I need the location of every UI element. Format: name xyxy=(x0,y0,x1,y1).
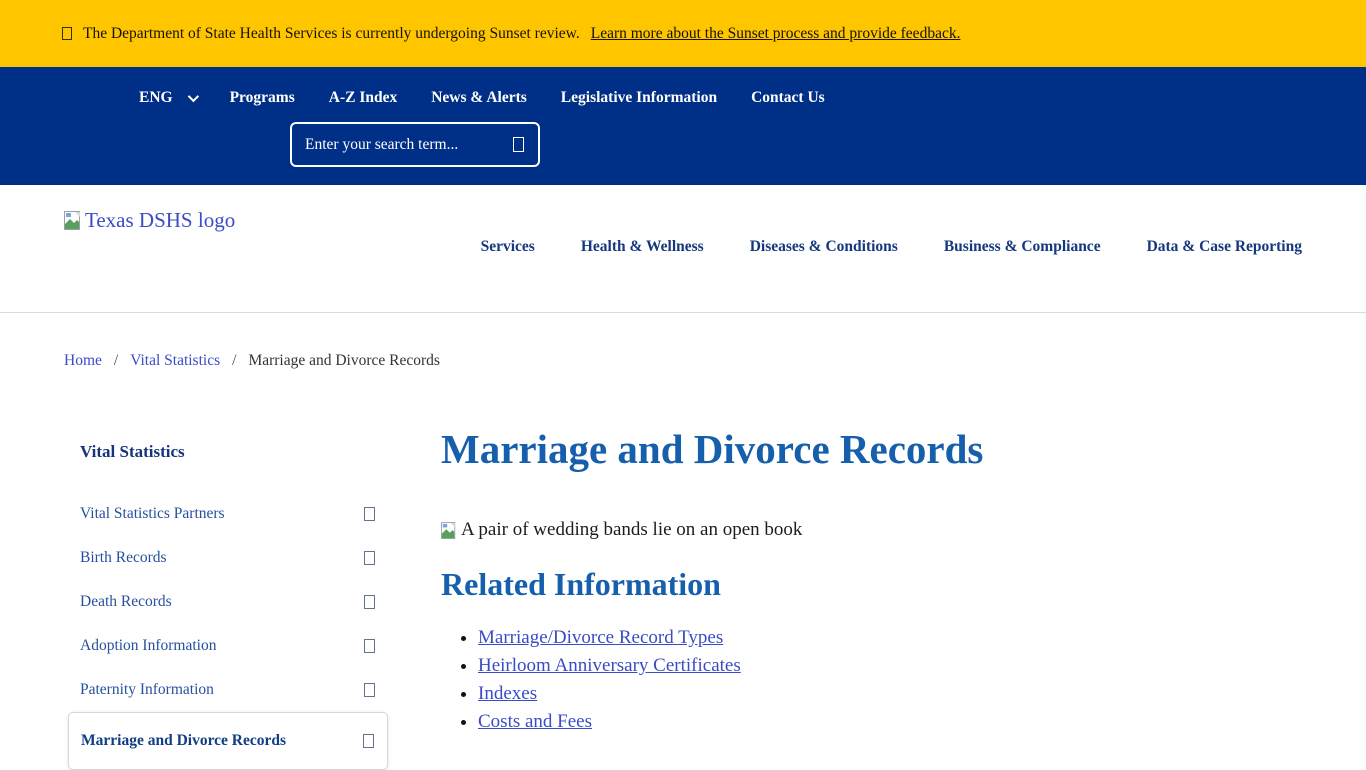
alert-text: The Department of State Health Services … xyxy=(83,25,580,43)
sidebar-item-marriage-divorce-records-active[interactable]: Marriage and Divorce Records xyxy=(68,712,388,770)
list-item: Marriage/Divorce Record Types xyxy=(478,624,1101,652)
alert-icon xyxy=(62,27,72,40)
logo-alt-text: Texas DSHS logo xyxy=(85,208,235,233)
link-costs-and-fees[interactable]: Costs and Fees xyxy=(478,711,592,732)
main-content: Marriage and Divorce Records A pair of w… xyxy=(441,422,1101,736)
sidebar-item-label: Vital Statistics Partners xyxy=(80,505,225,523)
sunset-feedback-link[interactable]: Learn more about the Sunset process and … xyxy=(591,25,961,43)
broken-image-icon xyxy=(441,522,457,540)
chevron-icon xyxy=(363,734,374,748)
nav-item-health-wellness[interactable]: Health & Wellness xyxy=(581,238,704,256)
related-links-list: Marriage/Divorce Record Types Heirloom A… xyxy=(441,624,1101,736)
link-indexes[interactable]: Indexes xyxy=(478,683,537,704)
nav-item-az-index[interactable]: A-Z Index xyxy=(329,89,397,107)
link-marriage-divorce-record-types[interactable]: Marriage/Divorce Record Types xyxy=(478,627,723,648)
nav-item-contact-us[interactable]: Contact Us xyxy=(751,89,825,107)
sidebar-item-death-records[interactable]: Death Records xyxy=(68,580,388,624)
breadcrumb-separator: / xyxy=(114,352,118,370)
sidebar-item-label: Paternity Information xyxy=(80,681,214,699)
search-icon[interactable] xyxy=(513,137,524,152)
language-selector[interactable]: ENG xyxy=(139,89,196,107)
chevron-icon xyxy=(364,551,375,565)
nav-item-programs[interactable]: Programs xyxy=(230,89,295,107)
wedding-bands-image-placeholder: A pair of wedding bands lie on an open b… xyxy=(441,519,1101,541)
sidebar-title: Vital Statistics xyxy=(68,442,388,462)
nav-item-diseases-conditions[interactable]: Diseases & Conditions xyxy=(750,238,898,256)
chevron-icon xyxy=(364,507,375,521)
related-information-heading: Related Information xyxy=(441,566,1101,603)
primary-navigation: Services Health & Wellness Diseases & Co… xyxy=(481,238,1302,256)
sidebar-item-vital-statistics-partners[interactable]: Vital Statistics Partners xyxy=(68,492,388,536)
list-item: Costs and Fees xyxy=(478,708,1101,736)
nav-item-data-case-reporting[interactable]: Data & Case Reporting xyxy=(1147,238,1302,256)
chevron-icon xyxy=(364,683,375,697)
language-label: ENG xyxy=(139,89,173,107)
dshs-logo[interactable]: Texas DSHS logo xyxy=(64,208,235,233)
vital-statistics-sidebar: Vital Statistics Vital Statistics Partne… xyxy=(68,422,388,770)
chevron-icon xyxy=(364,595,375,609)
sidebar-item-label: Death Records xyxy=(80,593,172,611)
search-input[interactable] xyxy=(290,122,540,167)
image-alt-text: A pair of wedding bands lie on an open b… xyxy=(461,519,802,541)
list-item: Heirloom Anniversary Certificates xyxy=(478,652,1101,680)
nav-item-business-compliance[interactable]: Business & Compliance xyxy=(944,238,1101,256)
breadcrumb-current: Marriage and Divorce Records xyxy=(248,352,440,370)
chevron-down-icon xyxy=(187,91,198,102)
nav-item-services[interactable]: Services xyxy=(481,238,535,256)
broken-image-icon xyxy=(64,211,82,231)
nav-item-news-alerts[interactable]: News & Alerts xyxy=(431,89,527,107)
sidebar-item-birth-records[interactable]: Birth Records xyxy=(68,536,388,580)
utility-navbar: ENG Programs A-Z Index News & Alerts Leg… xyxy=(0,67,1366,185)
breadcrumb: Home / Vital Statistics / Marriage and D… xyxy=(0,313,1366,370)
sidebar-item-label: Adoption Information xyxy=(80,637,216,655)
page-title: Marriage and Divorce Records xyxy=(441,428,1101,471)
site-search xyxy=(290,122,540,167)
sidebar-item-paternity-information[interactable]: Paternity Information xyxy=(68,668,388,712)
sunset-alert-banner: The Department of State Health Services … xyxy=(0,0,1366,67)
chevron-icon xyxy=(364,639,375,653)
breadcrumb-separator: / xyxy=(232,352,236,370)
link-heirloom-anniversary-certificates[interactable]: Heirloom Anniversary Certificates xyxy=(478,655,741,676)
sidebar-item-label: Birth Records xyxy=(80,549,167,567)
sidebar-item-label: Marriage and Divorce Records xyxy=(81,732,286,750)
site-header: Texas DSHS logo Services Health & Wellne… xyxy=(0,185,1366,313)
breadcrumb-vital-statistics[interactable]: Vital Statistics xyxy=(130,352,220,370)
list-item: Indexes xyxy=(478,680,1101,708)
sidebar-item-adoption-information[interactable]: Adoption Information xyxy=(68,624,388,668)
nav-item-legislative-information[interactable]: Legislative Information xyxy=(561,89,717,107)
breadcrumb-home[interactable]: Home xyxy=(64,352,102,370)
